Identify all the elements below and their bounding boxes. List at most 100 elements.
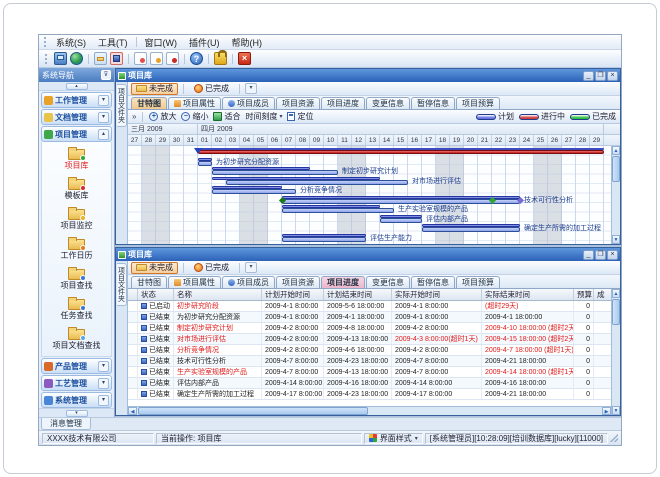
maximize-icon[interactable]: ❐ (595, 71, 606, 81)
scroll-left-icon[interactable]: ◀ (128, 407, 137, 415)
filter-已完成[interactable]: 已完成 (189, 83, 234, 95)
sidebar-item-项目查找[interactable]: 项目查找 (42, 264, 111, 294)
chevron-up-icon[interactable]: ▴ (98, 129, 109, 140)
column-header-名称[interactable]: 名称 (174, 289, 262, 300)
table-row[interactable]: 已结束生产实验室规模的产品2009-4-7 8:00:002009-4-13 1… (128, 367, 611, 378)
tab-message-management[interactable]: 消息管理 (41, 418, 91, 430)
menubar-grip-icon[interactable] (44, 37, 47, 47)
chevron-down-icon[interactable]: ▾ (98, 361, 109, 372)
tab-项目预算[interactable]: 项目预算 (456, 97, 500, 109)
chevron-down-icon[interactable]: ▾ (98, 378, 109, 389)
table-row[interactable]: 已结束确定生产所需的加工过程2009-4-17 8:00:002009-4-23… (128, 389, 611, 400)
sidebar-item-任务查找[interactable]: 任务查找 (42, 294, 111, 324)
filter-已完成[interactable]: 已完成 (189, 262, 234, 274)
pin-icon[interactable]: ⊽ (101, 70, 111, 80)
column-header-状态[interactable]: 状态 (138, 289, 174, 300)
menu-item-3[interactable]: 窗口(W) (139, 36, 184, 49)
chevron-down-icon[interactable]: ▾ (98, 395, 109, 406)
tab-项目成员[interactable]: 项目成员 (222, 276, 275, 288)
tab-项目预算[interactable]: 项目预算 (456, 276, 500, 288)
table-window-titlebar[interactable]: 项目库 _❐× (116, 248, 620, 261)
scroll-up-icon[interactable]: ▲ (612, 146, 620, 155)
sidebar-group-t0[interactable]: 工作管理▾ (41, 92, 112, 108)
menu-item-2[interactable]: 工具(T) (92, 36, 134, 49)
tab-项目进度[interactable]: 项目进度 (321, 276, 365, 288)
scroll-up-icon[interactable]: ▲ (612, 289, 620, 298)
monitor-icon[interactable] (54, 52, 67, 65)
actual-bar[interactable] (198, 161, 212, 166)
actual-bar[interactable] (282, 237, 366, 242)
table-row[interactable]: 已结束制定初步研究计划2009-4-2 8:00:002009-4-8 18:0… (128, 323, 611, 334)
actual-bar[interactable] (282, 199, 520, 204)
scroll-track[interactable] (612, 155, 620, 235)
sidebar-group-b1[interactable]: 工艺管理▾ (41, 375, 112, 391)
tab-暂停信息[interactable]: 暂停信息 (411, 276, 455, 288)
minimize-icon[interactable]: _ (583, 71, 594, 81)
column-header-预算[interactable]: 预算 (574, 289, 594, 300)
collapse-up-button[interactable]: ▴ (66, 83, 88, 90)
statusbar-style-selector[interactable]: 界面样式 ▾ (364, 433, 423, 444)
save-icon[interactable] (110, 52, 123, 65)
column-header-计划开始时间[interactable]: 计划开始时间 (262, 289, 324, 300)
table-row[interactable]: 已结束评估内部产品2009-4-14 8:00:002009-4-16 18:0… (128, 378, 611, 389)
tool-放大[interactable]: +放大 (149, 111, 176, 122)
tools-overflow-chevron-icon[interactable]: » (132, 112, 136, 121)
table-row[interactable]: 已启动初步研究阶段2009-4-1 8:00:002009-5-6 18:00:… (128, 301, 611, 312)
table-row[interactable]: 已结束技术可行性分析2009-4-7 8:00:002009-4-23 18:0… (128, 356, 611, 367)
report-add-icon[interactable] (134, 52, 147, 65)
more-down-button[interactable]: ▾ (66, 410, 88, 417)
actual-bar[interactable] (422, 227, 520, 232)
filters-overflow-button[interactable]: ▾ (245, 83, 257, 94)
sidebar-group-t2[interactable]: 项目管理▴ (41, 126, 112, 142)
open-folder-icon[interactable] (94, 52, 107, 65)
menu-item-4[interactable]: 插件(U) (183, 36, 226, 49)
chevron-down-icon[interactable]: ▾ (98, 112, 109, 123)
sidebar-item-工作日历[interactable]: 工作日历 (42, 234, 111, 264)
column-header-实际结束时间[interactable]: 实际结束时间 (482, 289, 574, 300)
sidebar-item-模板库[interactable]: 模板库 (42, 174, 111, 204)
tab-项目进度[interactable]: 项目进度 (321, 97, 365, 109)
scroll-thumb[interactable] (138, 407, 368, 415)
column-header-计划结束时间[interactable]: 计划结束时间 (324, 289, 392, 300)
sidebar-group-b2[interactable]: 系统管理▾ (41, 392, 112, 408)
scroll-right-icon[interactable]: ▶ (602, 407, 611, 415)
globe-icon[interactable] (70, 52, 83, 65)
lock-icon[interactable] (214, 52, 227, 65)
actual-bar[interactable] (380, 218, 422, 223)
scroll-down-icon[interactable]: ▼ (612, 235, 620, 244)
column-header-实际开始时间[interactable]: 实际开始时间 (392, 289, 482, 300)
actual-bar[interactable] (226, 180, 408, 185)
table-row[interactable]: 已结束分析竞争情况2009-4-2 8:00:002009-4-6 18:00:… (128, 345, 611, 356)
filter-未完成[interactable]: 未完成 (131, 83, 178, 95)
report-edit-icon[interactable] (150, 52, 163, 65)
summary-inprogress-bar[interactable] (198, 150, 604, 154)
sidebar-item-项目库[interactable]: 项目库 (42, 144, 111, 174)
help-icon[interactable] (190, 52, 203, 65)
tab-项目资源[interactable]: 项目资源 (276, 97, 320, 109)
filter-未完成[interactable]: 未完成 (131, 262, 178, 274)
actual-bar[interactable] (212, 170, 338, 175)
menu-item-5[interactable]: 帮助(H) (226, 36, 269, 49)
scroll-thumb[interactable] (612, 299, 620, 325)
exit-icon[interactable] (238, 52, 251, 65)
scroll-thumb[interactable] (612, 156, 620, 182)
actual-bar[interactable] (282, 208, 394, 213)
close-icon[interactable]: × (607, 71, 618, 81)
tab-项目属性[interactable]: 项目属性 (168, 276, 221, 288)
tab-甘特图[interactable]: 甘特图 (131, 276, 167, 288)
toolbar-grip-icon[interactable] (45, 54, 48, 64)
maximize-icon[interactable]: ❐ (595, 250, 606, 260)
folder-sidetab[interactable]: 项目文件夹 (117, 84, 127, 127)
actual-bar[interactable] (212, 189, 296, 194)
tool-适合[interactable]: 适合 (213, 111, 240, 122)
tab-项目成员[interactable]: 项目成员 (222, 97, 275, 109)
tool-缩小[interactable]: −缩小 (181, 111, 208, 122)
sidebar-group-b0[interactable]: 产品管理▾ (41, 358, 112, 374)
menu-item-1[interactable]: 系统(S) (50, 36, 92, 49)
tool-时间刻度[interactable]: 时间刻度▾ (245, 111, 282, 122)
table-horizontal-scrollbar[interactable]: ◀ ▶ (128, 406, 611, 415)
table-row[interactable]: 已结束对市场进行评估2009-4-2 8:00:002009-4-13 18:0… (128, 334, 611, 345)
resize-grip-icon[interactable] (610, 434, 618, 442)
chevron-down-icon[interactable]: ▾ (98, 95, 109, 106)
gantt-window-titlebar[interactable]: 项目库 _❐× (116, 69, 620, 82)
